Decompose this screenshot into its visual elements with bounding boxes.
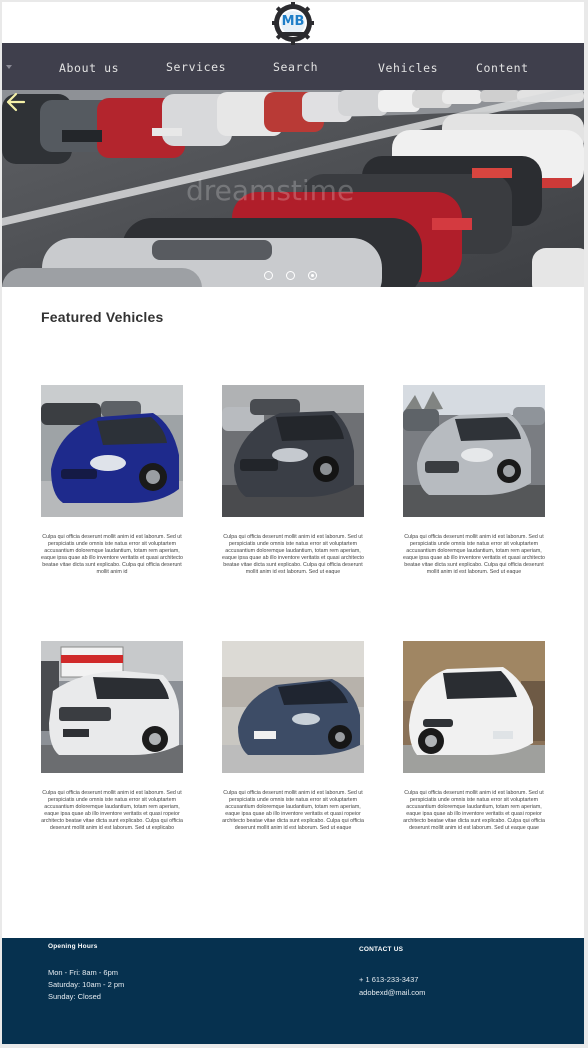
hero-carousel: dreamstime bbox=[2, 90, 584, 287]
vehicle-description: Culpa qui officia deserunt mollit anim i… bbox=[403, 534, 545, 576]
featured-title: Featured Vehicles bbox=[41, 309, 164, 325]
prev-slide-arrow-icon[interactable] bbox=[2, 90, 26, 114]
vehicle-photo[interactable] bbox=[222, 641, 364, 773]
opening-hours-title: Opening Hours bbox=[48, 943, 98, 950]
vehicle-card[interactable]: Culpa qui officia deserunt mollit anim i… bbox=[41, 385, 183, 577]
carousel-dots bbox=[264, 271, 324, 283]
vehicle-photo[interactable] bbox=[41, 385, 183, 517]
vehicle-description: Culpa qui officia deserunt mollit anim i… bbox=[41, 534, 183, 576]
vehicle-description: Culpa qui officia deserunt mollit anim i… bbox=[222, 790, 364, 832]
vehicle-description: Culpa qui officia deserunt mollit anim i… bbox=[222, 534, 364, 576]
vehicle-card[interactable]: Culpa qui officia deserunt mollit anim i… bbox=[403, 385, 545, 577]
vehicle-photo[interactable] bbox=[222, 385, 364, 517]
page: MB About us Services Search Vehicles Con… bbox=[2, 2, 584, 1044]
site-footer: Opening Hours Mon - Fri: 8am - 6pm Satur… bbox=[2, 938, 584, 1044]
contact-phone[interactable]: + 1 613-233-3437 bbox=[359, 975, 418, 984]
contact-email[interactable]: adobexd@mail.com bbox=[359, 988, 425, 997]
vehicle-card[interactable]: Culpa qui officia deserunt mollit anim i… bbox=[41, 641, 183, 833]
nav-services[interactable]: Services bbox=[166, 60, 226, 74]
vehicle-description: Culpa qui officia deserunt mollit anim i… bbox=[403, 790, 545, 832]
hero-watermark: dreamstime bbox=[186, 174, 354, 207]
carousel-dot-3[interactable] bbox=[308, 271, 317, 280]
top-navbar: About us Services Search Vehicles Conten… bbox=[2, 43, 584, 90]
nav-search[interactable]: Search bbox=[273, 60, 318, 74]
nav-content[interactable]: Content bbox=[476, 61, 529, 75]
vehicle-description: Culpa qui officia deserunt mollit anim i… bbox=[41, 790, 183, 832]
vehicle-card[interactable]: Culpa qui officia deserunt mollit anim i… bbox=[403, 641, 545, 833]
brand-logo[interactable]: MB bbox=[270, 2, 316, 48]
vehicle-photo[interactable] bbox=[403, 385, 545, 517]
carousel-dot-2[interactable] bbox=[286, 271, 295, 280]
hero-image: dreamstime bbox=[2, 90, 584, 287]
hours-weekday: Mon - Fri: 8am - 6pm bbox=[48, 968, 119, 977]
nav-about-us[interactable]: About us bbox=[59, 61, 119, 75]
vehicle-card[interactable]: Culpa qui officia deserunt mollit anim i… bbox=[222, 641, 364, 833]
vehicle-photo[interactable] bbox=[41, 641, 183, 773]
vehicle-photo[interactable] bbox=[403, 641, 545, 773]
contact-title: CONTACT US bbox=[359, 946, 404, 953]
vehicle-card[interactable]: Culpa qui officia deserunt mollit anim i… bbox=[222, 385, 364, 577]
hours-sunday: Sunday: Closed bbox=[48, 992, 101, 1001]
carousel-dot-1[interactable] bbox=[264, 271, 273, 280]
logo-text: MB bbox=[281, 14, 305, 29]
hours-saturday: Saturday: 10am - 2 pm bbox=[48, 980, 125, 989]
menu-caret-icon[interactable] bbox=[6, 65, 12, 69]
nav-vehicles[interactable]: Vehicles bbox=[378, 61, 438, 75]
